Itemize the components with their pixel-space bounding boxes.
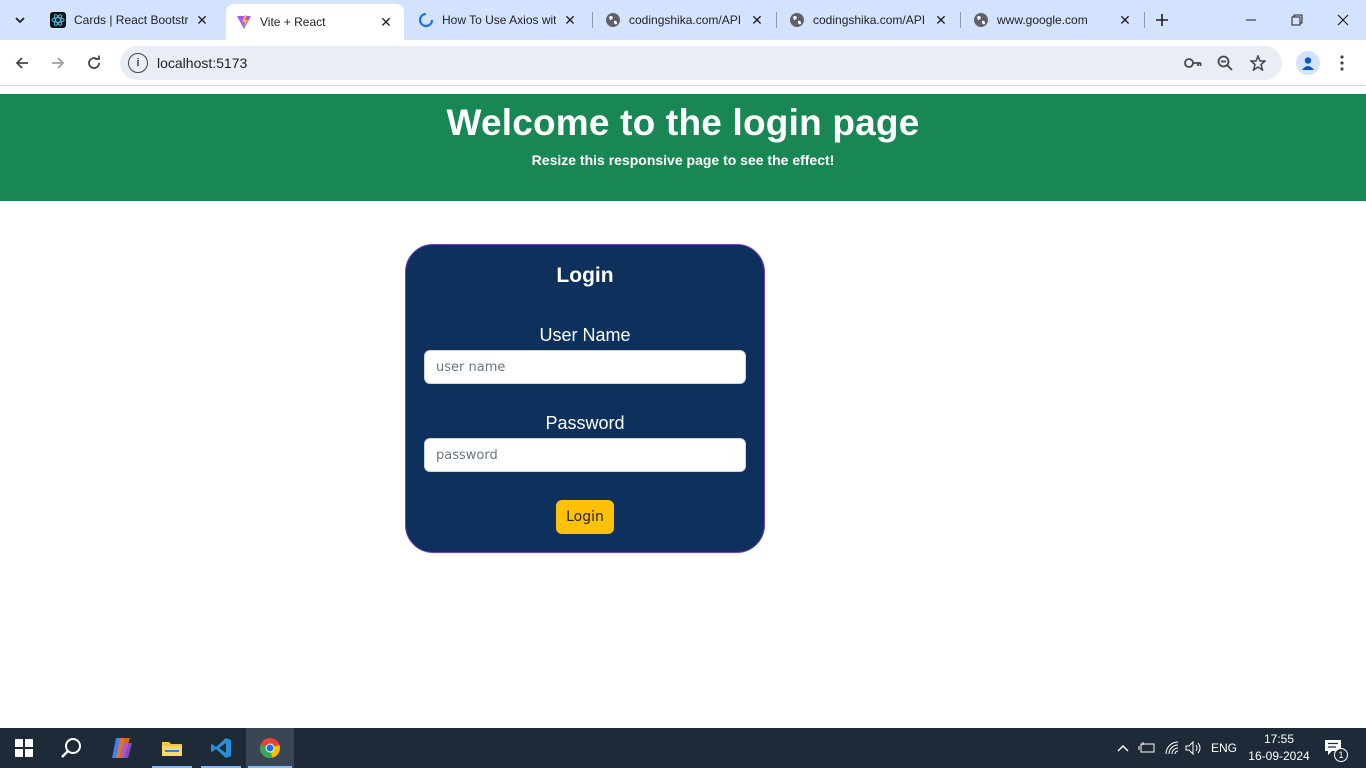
reload-icon — [88, 55, 100, 69]
tab-google[interactable]: www.google.com ✕ — [963, 4, 1143, 36]
tab-separator — [960, 12, 961, 28]
address-bar[interactable]: i localhost:5173 — [120, 46, 1282, 80]
chrome-icon — [260, 738, 280, 758]
tab-title: How To Use Axios with React — [442, 13, 556, 27]
new-tab-button[interactable] — [1150, 8, 1174, 32]
site-info-icon[interactable]: i — [128, 53, 148, 73]
tab-title: www.google.com — [997, 13, 1088, 27]
page-header: Welcome to the login page Resize this re… — [0, 94, 1366, 201]
browser-tab-bar: Cards | React Bootstrap ✕ Vite + React ✕… — [0, 0, 1366, 40]
show-hidden-icons-button[interactable] — [1114, 728, 1132, 768]
globe-icon — [973, 12, 989, 28]
taskbar-file-explorer[interactable] — [148, 728, 196, 768]
close-icon[interactable]: ✕ — [562, 12, 578, 28]
close-icon[interactable]: ✕ — [933, 12, 949, 28]
reload-button[interactable] — [80, 49, 108, 77]
close-icon[interactable]: ✕ — [378, 14, 394, 30]
tab-codingshika-1[interactable]: codingshika.com/API ✕ — [595, 4, 775, 36]
volume-tray-icon[interactable] — [1184, 728, 1204, 768]
clock-time: 17:55 — [1263, 732, 1295, 746]
vscode-icon — [211, 738, 231, 758]
tab-react-bootstrap[interactable]: Cards | React Bootstrap ✕ — [40, 4, 220, 36]
restore-button[interactable] — [1274, 0, 1320, 40]
copilot-icon — [112, 738, 132, 758]
taskbar-vscode[interactable] — [197, 728, 245, 768]
password-input[interactable] — [424, 438, 746, 472]
taskbar-copilot[interactable] — [98, 728, 146, 768]
close-icon[interactable]: ✕ — [749, 12, 765, 28]
windows-logo-icon — [15, 739, 33, 757]
tab-title: codingshika.com/API — [813, 13, 926, 27]
close-icon[interactable]: ✕ — [1117, 12, 1133, 28]
password-label: Password — [545, 413, 625, 433]
globe-icon — [789, 12, 805, 28]
clock-date: 16-09-2024 — [1248, 749, 1310, 763]
page-title: Welcome to the login page — [446, 102, 920, 143]
url-text[interactable]: localhost:5173 — [157, 55, 247, 71]
forward-button[interactable] — [44, 49, 72, 77]
vite-icon — [236, 14, 252, 30]
react-bootstrap-icon — [50, 12, 66, 28]
login-card-title: Login — [556, 264, 614, 287]
taskbar-clock[interactable]: 17:55 16-09-2024 — [1246, 731, 1312, 765]
close-icon — [1337, 14, 1349, 26]
notification-center-button[interactable]: 1 — [1322, 728, 1348, 768]
tab-codingshika-2[interactable]: codingshika.com/API ✕ — [779, 4, 959, 36]
language-indicator[interactable]: ENG — [1208, 728, 1240, 768]
tab-separator — [1144, 12, 1145, 28]
minimize-icon — [1246, 19, 1256, 21]
bookmark-star-icon[interactable] — [1247, 52, 1269, 74]
zoom-icon[interactable] — [1214, 52, 1236, 74]
tab-axios-react[interactable]: How To Use Axios with React ✕ — [408, 4, 588, 36]
minimize-button[interactable] — [1228, 0, 1274, 40]
restore-icon — [1291, 14, 1303, 26]
browser-toolbar: i localhost:5173 — [0, 40, 1366, 86]
arrow-right-icon — [52, 57, 65, 69]
tab-title: Cards | React Bootstrap — [74, 13, 188, 27]
username-label: User Name — [539, 325, 631, 345]
tab-vite-react[interactable]: Vite + React ✕ — [226, 4, 404, 40]
close-icon[interactable]: ✕ — [194, 12, 210, 28]
login-card: Login User Name Password Login — [405, 244, 765, 553]
taskbar-chrome[interactable] — [246, 728, 294, 768]
globe-icon — [605, 12, 621, 28]
start-button[interactable] — [0, 728, 48, 768]
chevron-up-icon — [1117, 745, 1129, 752]
taskbar-search-button[interactable] — [48, 728, 96, 768]
windows-taskbar: ENG 17:55 16-09-2024 1 — [0, 728, 1366, 768]
tab-title: codingshika.com/API — [629, 13, 742, 27]
profile-avatar-icon[interactable] — [1296, 51, 1320, 75]
search-icon — [61, 738, 81, 758]
tab-separator — [776, 12, 777, 28]
tab-title: Vite + React — [260, 15, 326, 29]
password-key-icon[interactable] — [1182, 52, 1204, 74]
browser-menu-icon[interactable] — [1336, 51, 1348, 75]
network-tray-icon[interactable] — [1162, 728, 1182, 768]
login-button[interactable]: Login — [556, 500, 614, 534]
folder-icon — [162, 742, 182, 756]
tab-search-button[interactable] — [6, 6, 34, 34]
plus-icon — [1156, 14, 1168, 26]
page-viewport: Welcome to the login page Resize this re… — [0, 87, 1366, 728]
back-button[interactable] — [8, 49, 36, 77]
loading-icon — [418, 12, 434, 28]
chevron-down-icon — [15, 17, 25, 24]
username-input[interactable] — [424, 350, 746, 384]
battery-tray-icon[interactable] — [1137, 728, 1157, 768]
tab-separator — [592, 12, 593, 28]
close-window-button[interactable] — [1320, 0, 1366, 40]
page-subtitle: Resize this responsive page to see the e… — [531, 152, 835, 168]
arrow-left-icon — [15, 57, 28, 69]
notification-count-badge: 1 — [1334, 748, 1348, 762]
